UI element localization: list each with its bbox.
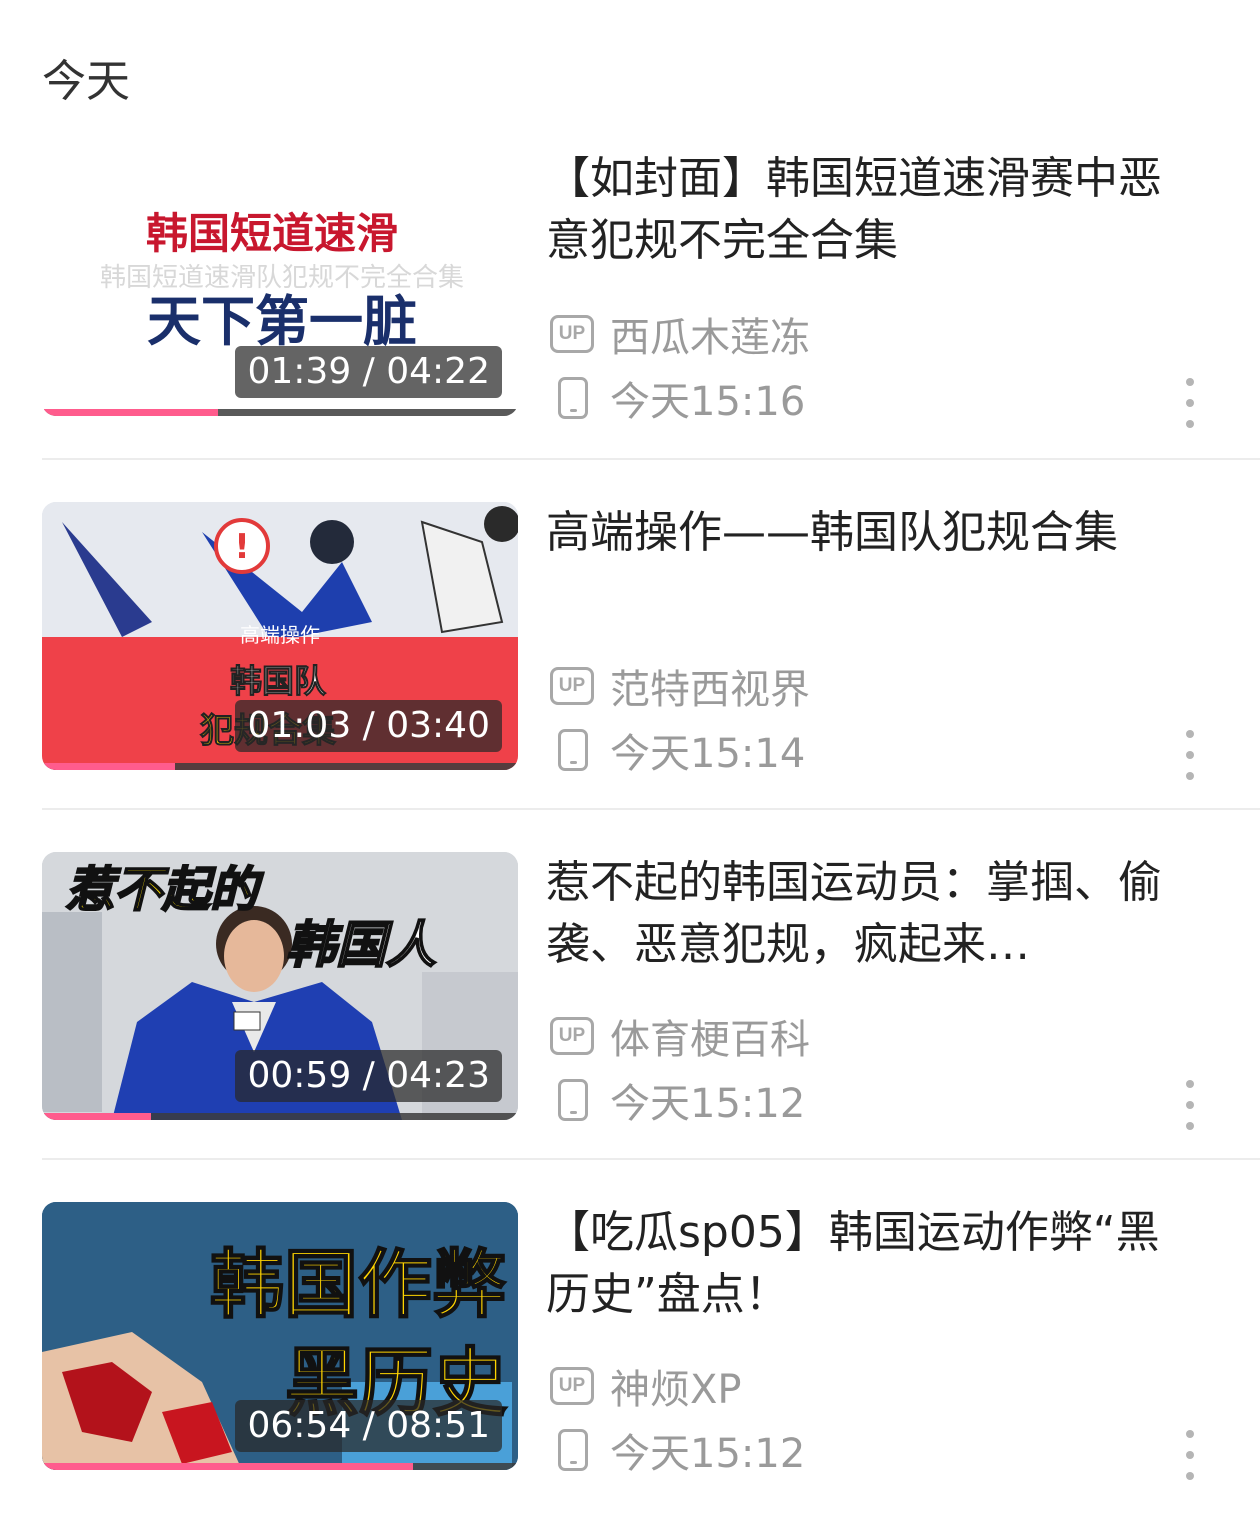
- phone-icon: [558, 729, 588, 771]
- watch-progress-fill: [42, 1463, 414, 1470]
- up-badge-icon: UP: [550, 1017, 594, 1055]
- uploader-name[interactable]: 西瓜木莲冻: [610, 305, 810, 363]
- watch-time: 今天15:14: [610, 731, 806, 777]
- phone-icon: [558, 1429, 588, 1471]
- svg-text:!: !: [234, 527, 250, 567]
- time-row: 今天15:12: [550, 1072, 805, 1128]
- svg-text:韩国队: 韩国队: [230, 662, 327, 700]
- divider: [42, 458, 1260, 460]
- uploader-row[interactable]: UP 体育梗百科: [550, 1008, 810, 1064]
- video-thumbnail[interactable]: 韩国短道速滑 韩国短道速滑队犯规不完全合集 天下第一脏 01:39 / 04:2…: [42, 148, 518, 416]
- watch-progress-bar: [42, 1463, 518, 1470]
- video-title[interactable]: 【吃瓜sp05】韩国运动作弊“黑历史”盘点！: [546, 1202, 1186, 1326]
- svg-text:韩国人: 韩国人: [286, 916, 436, 974]
- video-thumbnail[interactable]: 韩国作弊 黑历史 06:54 / 08:51: [42, 1202, 518, 1470]
- watch-progress-fill: [42, 1113, 152, 1120]
- more-vertical-icon[interactable]: [1180, 378, 1200, 428]
- watch-progress-bar: [42, 409, 518, 416]
- video-item[interactable]: ! 高端操作 韩国队 犯规合集 01:03 / 03:40 高端操作——韩国队犯…: [0, 502, 1260, 822]
- duration-label: 01:39 / 04:22: [235, 346, 502, 398]
- svg-text:惹不起的: 惹不起的: [66, 862, 264, 918]
- more-vertical-icon[interactable]: [1180, 1080, 1200, 1130]
- svg-text:韩国短道速滑: 韩国短道速滑: [146, 209, 398, 258]
- time-row: 今天15:16: [550, 370, 805, 426]
- uploader-name[interactable]: 神烦XP: [610, 1357, 742, 1415]
- duration-label: 01:03 / 03:40: [235, 700, 502, 752]
- watch-progress-fill: [42, 409, 219, 416]
- video-title[interactable]: 【如封面】韩国短道速滑赛中恶意犯规不完全合集: [546, 148, 1186, 272]
- svg-text:天下第一脏: 天下第一脏: [147, 289, 417, 353]
- video-title[interactable]: 高端操作——韩国队犯规合集: [546, 502, 1186, 564]
- duration-label: 00:59 / 04:23: [235, 1050, 502, 1102]
- uploader-row[interactable]: UP 范特西视界: [550, 658, 810, 714]
- duration-label: 06:54 / 08:51: [235, 1400, 502, 1452]
- video-title[interactable]: 惹不起的韩国运动员：掌掴、偷袭、恶意犯规，疯起来…: [546, 852, 1186, 976]
- video-item[interactable]: 韩国短道速滑 韩国短道速滑队犯规不完全合集 天下第一脏 01:39 / 04:2…: [0, 148, 1260, 468]
- more-vertical-icon[interactable]: [1180, 730, 1200, 780]
- time-row: 今天15:14: [550, 722, 805, 778]
- section-title: 今天: [42, 56, 130, 107]
- watch-progress-bar: [42, 763, 518, 770]
- svg-text:韩国作弊: 韩国作弊: [210, 1242, 506, 1328]
- video-thumbnail[interactable]: 惹不起的 韩国人 00:59 / 04:23: [42, 852, 518, 1120]
- uploader-row[interactable]: UP 神烦XP: [550, 1358, 742, 1414]
- up-badge-icon: UP: [550, 315, 594, 353]
- divider: [42, 808, 1260, 810]
- watch-progress-fill: [42, 763, 176, 770]
- phone-icon: [558, 1079, 588, 1121]
- video-thumbnail[interactable]: ! 高端操作 韩国队 犯规合集 01:03 / 03:40: [42, 502, 518, 770]
- watch-time: 今天15:16: [610, 379, 806, 425]
- uploader-row[interactable]: UP 西瓜木莲冻: [550, 306, 810, 362]
- more-vertical-icon[interactable]: [1180, 1430, 1200, 1480]
- uploader-name[interactable]: 范特西视界: [610, 657, 810, 715]
- phone-icon: [558, 377, 588, 419]
- time-row: 今天15:12: [550, 1422, 805, 1478]
- divider: [42, 1158, 1260, 1160]
- uploader-name[interactable]: 体育梗百科: [610, 1007, 810, 1065]
- svg-text:高端操作: 高端操作: [240, 623, 320, 647]
- up-badge-icon: UP: [550, 667, 594, 705]
- watch-time: 今天15:12: [610, 1081, 806, 1127]
- up-badge-icon: UP: [550, 1367, 594, 1405]
- watch-progress-bar: [42, 1113, 518, 1120]
- video-item[interactable]: 韩国作弊 黑历史 06:54 / 08:51 【吃瓜sp05】韩国运动作弊“黑历…: [0, 1202, 1260, 1522]
- video-item[interactable]: 惹不起的 韩国人 00:59 / 04:23 惹不起的韩国运动员：掌掴、偷袭、恶…: [0, 852, 1260, 1172]
- watch-time: 今天15:12: [610, 1431, 806, 1477]
